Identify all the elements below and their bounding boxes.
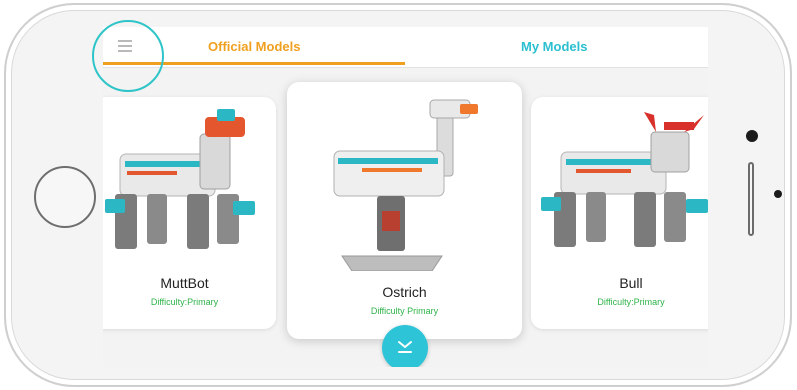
- ostrich-robot-image: [333, 99, 478, 271]
- app-screen: Official Models My Models MuttBot Diffic…: [103, 27, 708, 367]
- download-button[interactable]: [382, 325, 428, 367]
- model-card-ostrich[interactable]: Ostrich Difficulty Primary: [287, 82, 522, 339]
- earpiece-speaker: [748, 162, 754, 236]
- model-name: Ostrich: [382, 284, 427, 300]
- model-difficulty: Difficulty Primary: [370, 306, 439, 316]
- bull-robot-image: [541, 112, 708, 247]
- proximity-sensor: [774, 190, 782, 198]
- model-card-muttbot[interactable]: MuttBot Difficulty:Primary: [103, 97, 276, 329]
- highlight-ring: [92, 20, 164, 92]
- muttbot-robot-image: [105, 109, 255, 249]
- tab-official-models[interactable]: Official Models: [208, 39, 300, 54]
- model-name: MuttBot: [160, 275, 209, 291]
- tab-my-models[interactable]: My Models: [521, 39, 587, 54]
- front-camera: [746, 130, 758, 142]
- home-button[interactable]: [34, 166, 96, 228]
- download-icon: [398, 341, 412, 353]
- top-bar: Official Models My Models: [103, 27, 708, 68]
- model-difficulty: Difficulty:Primary: [597, 297, 665, 307]
- model-difficulty: Difficulty:Primary: [150, 297, 219, 307]
- model-card-bull[interactable]: Bull Difficulty:Primary: [531, 97, 708, 329]
- model-name: Bull: [619, 275, 643, 291]
